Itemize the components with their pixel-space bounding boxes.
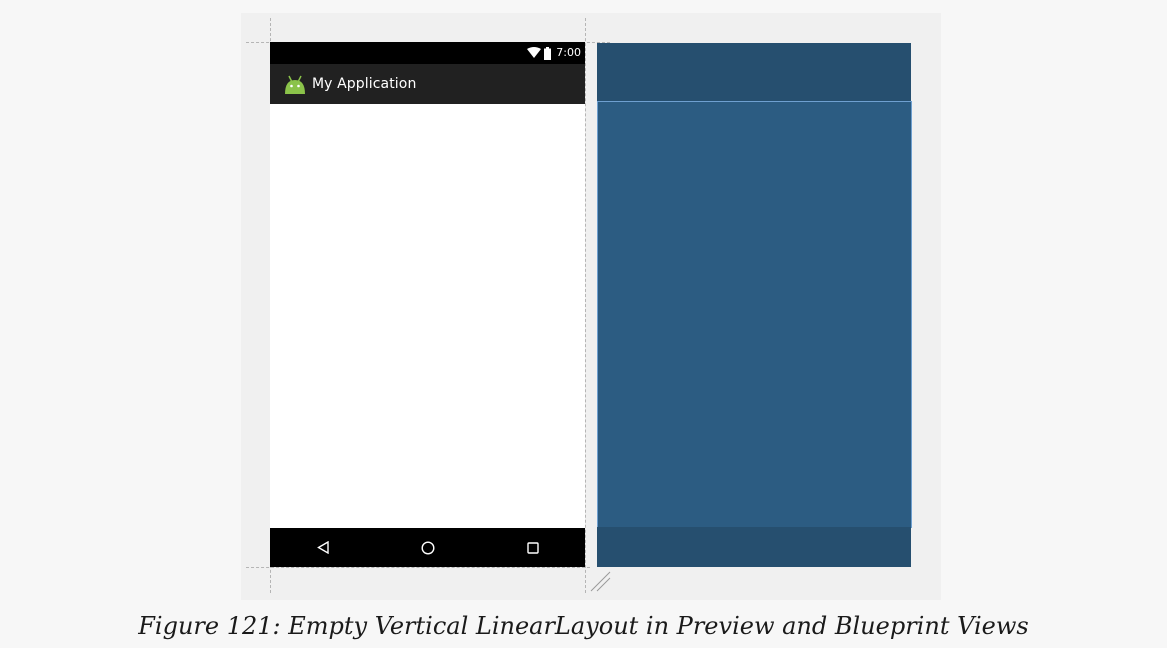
back-triangle-icon (316, 541, 329, 554)
recents-square-icon (526, 541, 539, 554)
battery-icon (544, 46, 552, 60)
empty-linear-layout[interactable] (270, 104, 585, 528)
app-bar: My Application (270, 64, 585, 104)
nav-back-button[interactable] (303, 533, 343, 563)
navigation-bar (270, 528, 585, 567)
blueprint-app-bar (597, 43, 911, 101)
nav-recents-button[interactable] (513, 533, 553, 563)
nav-home-button[interactable] (408, 533, 448, 563)
resize-handle-icon[interactable] (589, 570, 611, 592)
blueprint-linear-layout[interactable] (597, 101, 912, 528)
bottom-guide-line (246, 567, 590, 568)
android-logo-icon (285, 75, 305, 94)
home-circle-icon (420, 540, 435, 555)
wifi-icon (527, 47, 542, 58)
blueprint-nav-bar (597, 527, 911, 567)
right-guide-line (585, 18, 586, 593)
design-preview[interactable]: 7:00 My Application (270, 42, 585, 567)
status-bar: 7:00 (270, 42, 585, 64)
figure-caption: Figure 121: Empty Vertical LinearLayout … (138, 612, 1029, 640)
app-title: My Application (312, 76, 417, 92)
status-time: 7:00 (556, 46, 581, 59)
